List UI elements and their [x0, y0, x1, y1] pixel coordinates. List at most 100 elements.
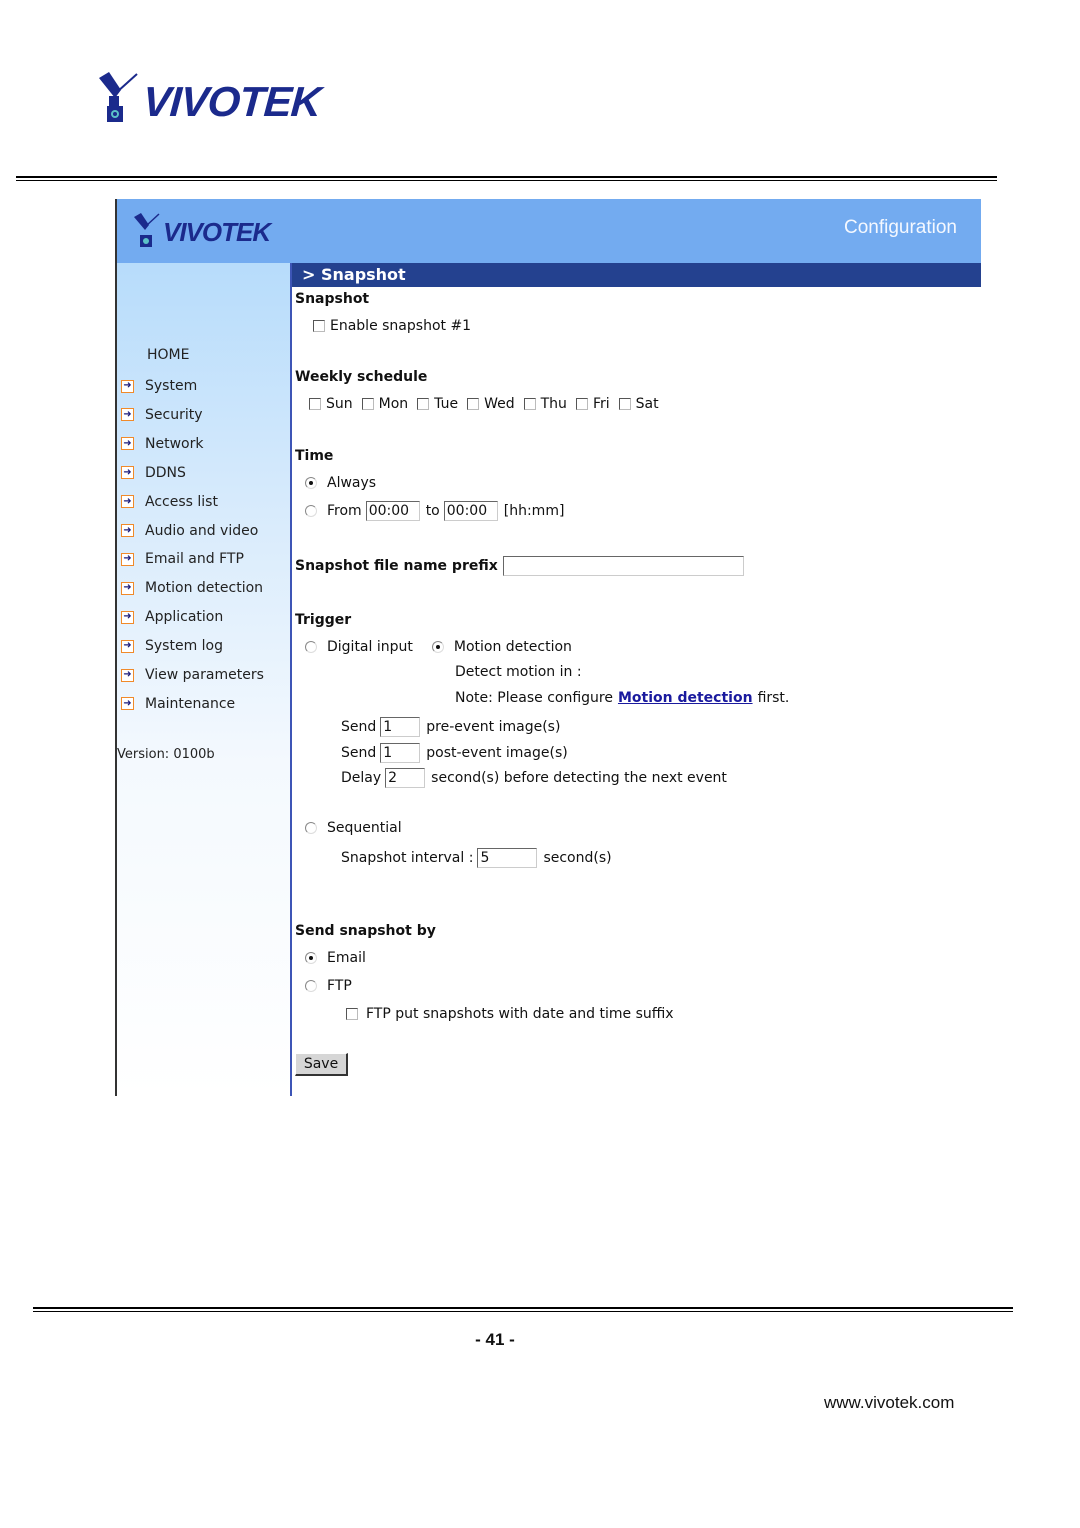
trigger-motion-label: Motion detection	[453, 639, 572, 655]
sequential-row: Sequential	[305, 820, 402, 836]
sidebar-item-home[interactable]: HOME	[147, 347, 189, 363]
time-always-radio[interactable]	[305, 477, 317, 489]
day-label-sat: Sat	[635, 396, 659, 412]
vivotek-logo: VIVOTEK	[97, 72, 329, 126]
day-label-tue: Tue	[434, 396, 459, 412]
ui-brand-wordmark: VIVOTEK	[163, 217, 271, 247]
configuration-title: Configuration	[843, 217, 957, 238]
time-to-input[interactable]: 00:00	[443, 501, 498, 521]
detect-motion-label: Detect motion in :	[455, 664, 582, 680]
day-checkbox-tue[interactable]	[417, 398, 430, 410]
camera-logo-icon	[99, 72, 138, 122]
ftp-suffix-checkbox[interactable]	[346, 1008, 358, 1020]
arrow-right-icon: ➜	[121, 437, 134, 451]
time-range-row: From 00:00 to 00:00 [hh:mm]	[305, 501, 564, 521]
pre-event-input[interactable]: 1	[380, 717, 421, 737]
snapshot-form: Snapshot Enable snapshot #1 Weekly sched…	[292, 287, 981, 1096]
post-event-input[interactable]: 1	[380, 743, 421, 763]
trigger-digital-input-radio[interactable]	[305, 641, 317, 653]
interval-suffix: second(s)	[543, 850, 612, 866]
arrow-right-icon: ➜	[121, 379, 134, 393]
trigger-motion-radio[interactable]	[431, 641, 444, 653]
send-email-label: Email	[327, 950, 366, 966]
time-from-radio[interactable]	[305, 505, 317, 517]
note-suffix: first.	[757, 690, 790, 706]
post-event-send-label: Send	[341, 745, 377, 761]
delay-suffix: second(s) before detecting the next even…	[431, 770, 727, 786]
arrow-right-icon: ➜	[121, 610, 134, 624]
sidebar-item-system-log[interactable]: ➜ System log	[117, 635, 223, 657]
arrow-right-icon: ➜	[121, 495, 134, 509]
ftp-suffix-label: FTP put snapshots with date and time suf…	[366, 1006, 674, 1022]
send-email-row: Email	[305, 950, 366, 966]
pre-event-row: Send 1 pre-event image(s)	[341, 717, 560, 737]
sidebar-item-audio-and-video[interactable]: ➜ Audio and video	[117, 520, 258, 542]
sidebar-item-view-parameters[interactable]: ➜ View parameters	[117, 664, 264, 686]
sidebar-item-label: DDNS	[145, 464, 186, 481]
time-format-hint: [hh:mm]	[503, 503, 565, 519]
delay-input[interactable]: 2	[385, 768, 426, 788]
sidebar-item-system[interactable]: ➜ System	[117, 375, 197, 397]
camera-logo-icon	[134, 213, 160, 247]
ui-vivotek-logo[interactable]: VIVOTEK	[133, 213, 293, 251]
arrow-right-icon: ➜	[121, 581, 134, 595]
sidebar-item-email-and-ftp[interactable]: ➜ Email and FTP	[117, 548, 244, 570]
day-checkbox-fri[interactable]	[575, 398, 588, 410]
prefix-row: Snapshot file name prefix	[295, 556, 744, 576]
ui-header: VIVOTEK Configuration	[117, 199, 981, 263]
time-from-input[interactable]: 00:00	[365, 501, 420, 521]
day-checkbox-sat[interactable]	[618, 398, 631, 410]
sidebar-item-label: Maintenance	[145, 695, 236, 712]
sidebar-item-access-list[interactable]: ➜ Access list	[117, 491, 218, 513]
arrow-right-icon: ➜	[121, 408, 134, 422]
sidebar-item-application[interactable]: ➜ Application	[117, 606, 223, 628]
sidebar-item-motion-detection[interactable]: ➜ Motion detection	[117, 577, 263, 599]
page-number: - 41 -	[475, 1330, 515, 1349]
trigger-type-row: Digital input Motion detection	[305, 639, 572, 655]
enable-snapshot-checkbox[interactable]	[313, 320, 325, 332]
sidebar-item-ddns[interactable]: ➜ DDNS	[117, 462, 186, 484]
post-event-suffix: post-event image(s)	[426, 745, 568, 761]
sidebar-item-label: Audio and video	[145, 522, 259, 539]
sidebar-item-label: Motion detection	[145, 580, 264, 597]
header-divider	[16, 176, 997, 181]
day-label-sun: Sun	[326, 396, 353, 412]
save-button[interactable]: Save	[295, 1053, 348, 1076]
time-from-label: From	[327, 503, 362, 519]
sidebar-item-label: Access list	[145, 493, 218, 510]
sidebar-item-security[interactable]: ➜ Security	[117, 404, 203, 426]
day-label-fri: Fri	[592, 396, 610, 412]
enable-snapshot-row: Enable snapshot #1	[313, 318, 471, 334]
motion-note-row: Note: Please configure Motion detection …	[455, 690, 789, 706]
trigger-sequential-radio[interactable]	[305, 822, 317, 834]
day-checkbox-mon[interactable]	[361, 398, 374, 410]
day-label-thu: Thu	[540, 396, 567, 412]
config-ui-screenshot: VIVOTEK Configuration HOME ➜ System ➜ Secur…	[115, 199, 981, 1096]
send-ftp-radio[interactable]	[305, 980, 317, 992]
motion-detection-link[interactable]: Motion detection	[618, 690, 753, 706]
send-email-radio[interactable]	[305, 952, 317, 964]
day-checkbox-sun[interactable]	[309, 398, 321, 410]
prefix-input[interactable]	[502, 556, 744, 576]
arrow-right-icon: ➜	[121, 697, 134, 711]
time-always-label: Always	[327, 475, 377, 491]
send-ftp-label: FTP	[327, 978, 352, 994]
interval-input[interactable]: 5	[477, 848, 538, 868]
day-checkbox-wed[interactable]	[467, 398, 480, 410]
sidebar-item-network[interactable]: ➜ Network	[117, 433, 203, 455]
delay-label: Delay	[341, 770, 382, 786]
day-checkbox-thu[interactable]	[523, 398, 536, 410]
day-label-wed: Wed	[484, 396, 515, 412]
interval-label: Snapshot interval :	[341, 850, 474, 866]
sidebar-item-maintenance[interactable]: ➜ Maintenance	[117, 693, 235, 715]
sidebar: HOME ➜ System ➜ Security ➜ Network ➜ DDNS ➜ Acces…	[117, 263, 290, 1096]
version-label: Version: 0100b	[117, 747, 215, 762]
section-title-time: Time	[295, 448, 334, 464]
time-to-label: to	[425, 503, 440, 519]
time-always-row: Always	[305, 475, 376, 491]
detect-motion-row: Detect motion in :	[455, 664, 582, 680]
sidebar-item-label: View parameters	[145, 667, 264, 683]
section-title-weekly-schedule: Weekly schedule	[295, 369, 428, 385]
brand-wordmark: VIVOTEK	[141, 78, 323, 125]
arrow-right-icon: ➜	[121, 639, 134, 653]
